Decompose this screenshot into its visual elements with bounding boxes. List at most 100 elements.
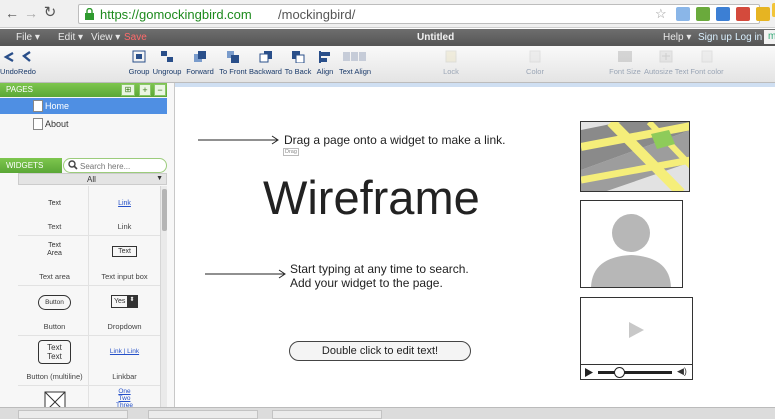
widgets-panel-header[interactable]: WIDGETS <box>0 158 62 173</box>
widget-preview: Link <box>118 200 131 207</box>
extension-icon[interactable] <box>736 7 750 21</box>
extension-icon[interactable] <box>756 7 770 21</box>
text-align-button[interactable]: Text Align <box>338 48 372 82</box>
autosize-text-button[interactable]: Autosize Text <box>644 48 688 82</box>
add-page-button[interactable]: + <box>139 84 151 96</box>
widget-linkbar[interactable]: Link | Link Linkbar <box>88 336 161 386</box>
ungroup-icon <box>161 51 173 62</box>
widget-preview: Button <box>38 295 71 310</box>
bottom-status-bar <box>0 407 775 419</box>
lock-icon <box>445 50 457 63</box>
annotation-start-typing[interactable]: Start typing at any time to search. Add … <box>290 262 469 290</box>
forward-label: Forward <box>186 67 214 76</box>
play-icon[interactable] <box>626 320 646 340</box>
extension-icon[interactable] <box>716 7 730 21</box>
lock-button[interactable]: Lock <box>440 48 462 82</box>
widget-preview: Text <box>48 200 61 207</box>
video-player-widget[interactable]: ◀) <box>580 297 693 380</box>
menu-view[interactable]: View ▾ <box>91 32 120 43</box>
login-link[interactable]: Log in <box>735 32 762 43</box>
menu-edit[interactable]: Edit ▾ <box>58 32 83 43</box>
widget-preview: Text Text <box>38 340 71 364</box>
widget-preview: Text <box>112 246 137 257</box>
chevron-down-icon: ▼ <box>156 175 163 182</box>
bottom-tab[interactable] <box>272 410 382 419</box>
lock-icon <box>85 8 94 20</box>
backward-button[interactable]: Backward <box>249 48 282 82</box>
back-arrow-icon[interactable]: ← <box>4 5 20 21</box>
to-front-button[interactable]: To Front <box>218 48 248 82</box>
extension-icon[interactable] <box>676 7 690 21</box>
app-toolbar: Undo Redo Group Ungroup Forward To Front… <box>0 46 775 83</box>
url-path: /mockingbird/ <box>278 7 356 22</box>
page-item-home[interactable]: Home <box>0 98 167 114</box>
widget-dropdown[interactable]: Yes ⬍ Dropdown <box>88 286 161 336</box>
ungroup-button[interactable]: Ungroup <box>152 48 182 82</box>
edit-text-button[interactable]: Double click to edit text! <box>289 341 471 361</box>
widget-filter-select[interactable]: All ▼ <box>18 173 167 185</box>
video-progress-thumb[interactable] <box>614 367 625 378</box>
extension-icon[interactable] <box>696 7 710 21</box>
map-widget[interactable] <box>580 121 690 192</box>
volume-icon[interactable]: ◀) <box>677 366 687 377</box>
bottom-tab[interactable] <box>148 410 258 419</box>
play-small-icon[interactable] <box>585 368 593 377</box>
group-button[interactable]: Group <box>128 48 150 82</box>
forward-arrow-icon[interactable]: → <box>23 5 39 21</box>
align-label: Align <box>316 67 334 76</box>
widget-name: Text area <box>39 272 70 281</box>
align-button[interactable]: Align <box>315 48 335 82</box>
widget-name: Text input box <box>101 272 148 281</box>
widget-preview: Yes ⬍ <box>111 295 138 308</box>
app-root: ← → ↻ https://gomockingbird.com /mocking… <box>0 0 775 419</box>
widget-text-input[interactable]: Text Text input box <box>88 236 161 286</box>
wireframe-heading[interactable]: Wireframe <box>263 170 480 226</box>
scrollbar-thumb[interactable] <box>162 189 167 231</box>
signup-link[interactable]: Sign up <box>698 32 732 43</box>
remove-page-button[interactable]: − <box>154 84 166 96</box>
sitemap-icon[interactable]: ⊞ <box>121 84 135 96</box>
undo-button[interactable]: Undo <box>0 48 18 82</box>
widget-preview: One Two Three <box>116 388 133 409</box>
document-title[interactable]: Untitled <box>417 32 454 43</box>
forward-button[interactable]: Forward <box>185 48 215 82</box>
redo-button[interactable]: Redo <box>18 48 36 82</box>
to-front-icon <box>227 51 239 63</box>
font-size-button[interactable]: Font Size <box>608 48 642 82</box>
autosize-text-label: Autosize Text <box>644 67 689 76</box>
menu-file[interactable]: File ▾ <box>16 32 40 43</box>
star-icon[interactable]: ☆ <box>655 6 667 22</box>
account-tab[interactable]: m <box>764 30 775 44</box>
pages-panel-header[interactable]: PAGES ⊞ + − <box>0 83 167 97</box>
to-back-button[interactable]: To Back <box>284 48 312 82</box>
video-progress-track[interactable] <box>598 371 672 374</box>
redo-icon <box>21 51 31 62</box>
color-button[interactable]: Color <box>524 48 546 82</box>
address-bar[interactable]: https://gomockingbird.com /mockingbird/ … <box>78 4 760 24</box>
widget-text[interactable]: Text Text <box>18 186 91 236</box>
widget-button-multiline[interactable]: Text Text Button (multiline) <box>18 336 91 386</box>
autosize-text-icon <box>659 50 673 63</box>
font-color-button[interactable]: Font color <box>690 48 724 82</box>
annotation-drag-page[interactable]: Drag a page onto a widget to make a link… <box>284 133 505 147</box>
widget-button[interactable]: Button Button <box>18 286 91 336</box>
save-button[interactable]: Save <box>124 32 147 43</box>
widget-name: Link <box>117 222 132 231</box>
widgets-scrollbar[interactable] <box>160 186 167 419</box>
widget-search-input[interactable] <box>80 160 164 172</box>
reload-icon[interactable]: ↻ <box>42 5 58 21</box>
avatar-widget[interactable] <box>580 200 683 288</box>
search-icon <box>68 160 78 170</box>
updown-icon: ⬍ <box>127 296 137 307</box>
menu-help[interactable]: Help ▾ <box>663 32 691 43</box>
widget-search[interactable] <box>63 158 167 173</box>
bottom-tab[interactable] <box>18 410 128 419</box>
dropdown-value: Yes <box>114 298 126 305</box>
font-color-label: Font color <box>690 67 724 76</box>
widget-name: Button (multiline) <box>26 372 83 381</box>
widget-text-area[interactable]: Text Area Text area <box>18 236 91 286</box>
widget-link[interactable]: Link Link <box>88 186 161 236</box>
page-icon <box>33 100 43 112</box>
page-item-about[interactable]: About <box>0 116 167 132</box>
align-icon <box>319 51 330 63</box>
